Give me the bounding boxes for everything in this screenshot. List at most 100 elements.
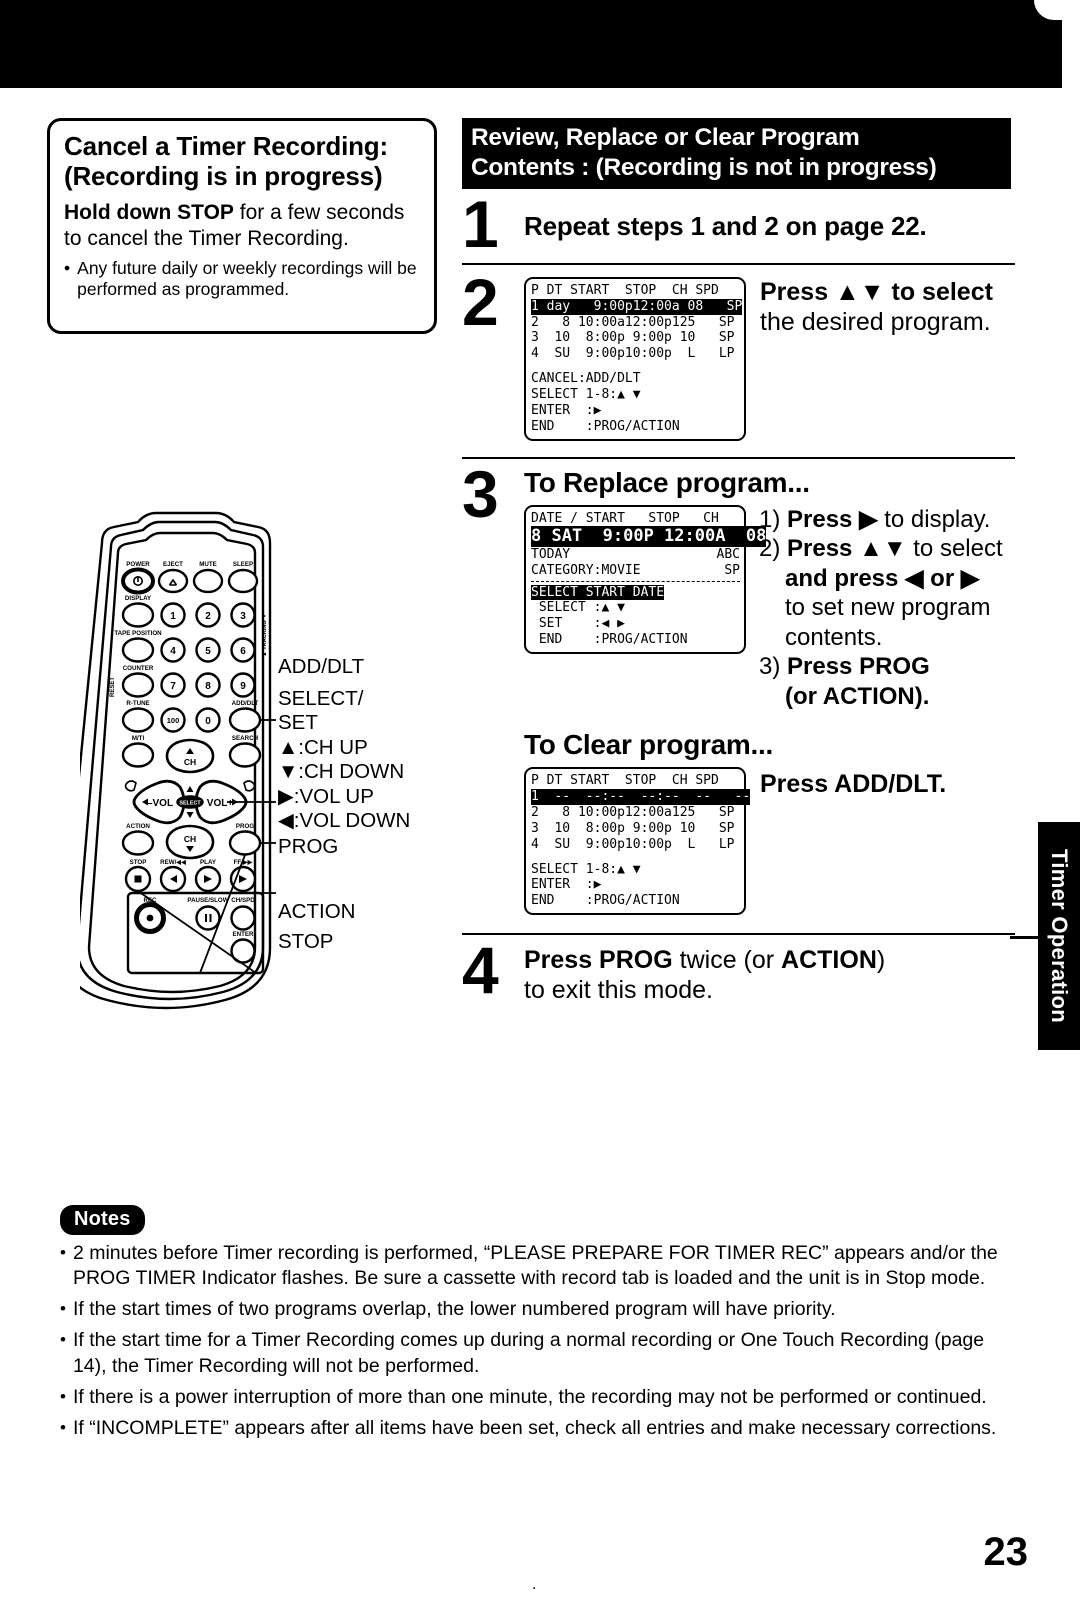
svg-text:–VOL: –VOL [147, 798, 173, 809]
osd-clear-menu-item: END :PROG/ACTION [531, 893, 680, 909]
step-4-number: 4 [462, 933, 499, 1008]
step-3: 3 To Replace program... DATE / START STO… [462, 461, 1015, 916]
note-item: • If the start time for a Timer Recordin… [60, 1328, 1015, 1378]
osd-screen-review: P DT START STOP CH SPD 1 day 9:00p12:00a… [524, 276, 746, 441]
osd-review-header: P DT START STOP CH SPD [531, 282, 719, 298]
cancel-box-bullet: • Any future daily or weekly recordings … [64, 258, 422, 301]
osd-replace-banner: SELECT START DATE [531, 584, 665, 601]
callout-vol-up: ▶:VOL UP [278, 784, 374, 808]
note-text: If there is a power interruption of more… [72, 1385, 987, 1408]
svg-text:ACTION: ACTION [126, 823, 150, 830]
osd-review-row: 4 SU 9:00p10:00p L LP [531, 346, 735, 362]
svg-text:9: 9 [240, 681, 246, 692]
svg-text:CH: CH [184, 757, 196, 767]
osd-clear-menu-item: SELECT 1-8:▲ ▼ [531, 861, 641, 877]
clear-program-heading: To Clear program... [524, 729, 773, 761]
callout-prog: PROG [278, 835, 339, 858]
svg-text:5: 5 [205, 646, 211, 657]
callout-vol-down: ◀:VOL DOWN [278, 808, 411, 832]
side-tab-timer-operation: Timer Operation [1038, 822, 1080, 1050]
note-bullet: • [60, 1243, 66, 1262]
callout-select-set-group: SELECT/ SET ▲:CH UP ▼:CH DOWN ▶:VOL UP ◀… [278, 687, 410, 833]
osd-clear-row: 1 -- --:-- --:-- -- -- [531, 789, 751, 805]
callout-action: ACTION [278, 900, 356, 923]
clear-program-action: Press ADD/DLT. [760, 770, 947, 799]
svg-text:EJECT: EJECT [163, 561, 183, 568]
osd-screen-clear: P DT START STOP CH SPD 1 -- --:-- --:-- … [524, 767, 751, 916]
replace-step-3-line2: (or ACTION). [759, 682, 1003, 712]
svg-text:COUNTER: COUNTER [123, 665, 154, 672]
step-divider-1 [462, 262, 1015, 265]
svg-text:STOP: STOP [130, 859, 147, 866]
svg-text:PLAY: PLAY [200, 859, 217, 866]
osd-replace-today: TODAY [531, 546, 571, 562]
note-item: • If there is a power interruption of mo… [60, 1385, 1015, 1410]
osd-review-row: 3 10 8:00p 9:00p 10 SP [531, 330, 735, 346]
notes-section: Notes • 2 minutes before Timer recording… [60, 1205, 1015, 1441]
replace-step-2-line2-bold: and press ◀ or ▶ [785, 564, 980, 592]
scan-edge-top [0, 0, 1080, 88]
svg-text:POWER: POWER [126, 561, 150, 568]
step-4: 4 Press PROG twice (or ACTION) to exit t… [462, 933, 1015, 1008]
notes-badge: Notes [60, 1205, 145, 1235]
svg-text:1: 1 [170, 611, 176, 622]
svg-text:ADD/DLT: ADD/DLT [232, 700, 259, 707]
osd-review-row-highlighted: 1 day 9:00p12:00a 08 SP [531, 298, 743, 315]
svg-text:CH/SPD: CH/SPD [231, 897, 255, 904]
page-number: 23 [983, 1530, 1029, 1574]
callout-select: SELECT/ [278, 687, 364, 710]
svg-text:8: 8 [205, 681, 211, 692]
svg-text:2: 2 [205, 611, 211, 622]
osd-review-row: 2 8 10:00a12:00p125 SP [531, 314, 735, 330]
step-2-text-line1: Press ▲▼ to select [760, 277, 993, 306]
side-tab-label: Timer Operation [1047, 848, 1072, 1024]
step-4-bold-a: Press PROG [524, 946, 673, 975]
cancel-box-bullet-text: Any future daily or weekly recordings wi… [77, 257, 417, 300]
replace-step-1-bold: Press ▶ [787, 505, 878, 533]
replace-step-2-rest: to select [906, 535, 1003, 563]
osd-replace-divider [531, 580, 740, 582]
replace-step-3-line2-bold: (or ACTION). [785, 682, 930, 710]
callout-ch-down: ▼:CH DOWN [278, 760, 405, 784]
svg-text:DISPLAY: DISPLAY [125, 595, 152, 602]
osd-clear-row: 4 SU 9:00p10:00p L LP [531, 836, 735, 852]
svg-text:PROG: PROG [236, 823, 254, 830]
replace-step-2-marker: 2) [759, 535, 788, 563]
svg-text:4: 4 [170, 646, 176, 657]
step-1-text: Repeat steps 1 and 2 on page 22. [524, 210, 927, 241]
note-bullet: • [60, 1299, 66, 1319]
osd-replace-menu-item: SET :◀ ▶ [531, 616, 625, 632]
svg-text:SLEEP: SLEEP [233, 561, 253, 568]
replace-program-heading: To Replace program... [524, 466, 810, 498]
replace-step-2-line2: and press ◀ or ▶ [759, 564, 1003, 594]
note-text: If the start times of two programs overl… [72, 1298, 836, 1321]
replace-step-3-marker: 3) [759, 653, 788, 681]
osd-replace-highlight-text: 8 SAT 9:00P 12:00A 08 [531, 526, 767, 547]
replace-step-3-bold: Press PROG [787, 653, 930, 681]
right-column: Review, Replace or Clear Program Content… [462, 118, 1015, 1005]
step-2: 2 P DT START STOP CH SPD 1 day 9:00p12:0… [462, 264, 1015, 441]
step-2-text: Press ▲▼ to select the desired program. [760, 275, 993, 337]
replace-step-3: 3) Press PROG [759, 652, 1003, 682]
replace-step-1-marker: 1) [759, 505, 788, 533]
step-2-text-line2: the desired program. [760, 307, 991, 336]
cancel-timer-recording-box: Cancel a Timer Recording: (Recording is … [47, 118, 437, 334]
cancel-box-body-bold: Hold down STOP [64, 201, 234, 225]
callout-add-dlt: ADD/DLT [278, 655, 365, 678]
replace-step-1: 1) Press ▶ to display. [759, 505, 1003, 535]
cancel-box-body: Hold down STOP for a few seconds to canc… [64, 200, 422, 250]
replace-step-2-line3: to set new program [785, 594, 991, 622]
step-divider-2 [462, 456, 1015, 459]
osd-replace-category-line: CATEGORY:MOVIE SP [531, 563, 740, 579]
note-item: • 2 minutes before Timer recording is pe… [60, 1241, 1015, 1291]
osd-replace-menu-item: END :PROG/ACTION [531, 632, 688, 648]
osd-replace-spd: SP [724, 562, 740, 578]
osd-replace-category: CATEGORY:MOVIE [531, 562, 641, 578]
osd-review-row: 1 day 9:00p12:00a 08 SP [531, 298, 743, 315]
osd-spacer [531, 362, 740, 371]
side-tab-rule [1010, 936, 1038, 939]
step-2-number: 2 [462, 264, 499, 339]
osd-review-menu-item: END :PROG/ACTION [531, 418, 680, 434]
step-1: 1 Repeat steps 1 and 2 on page 22. [462, 191, 1015, 257]
svg-text:SEARCH: SEARCH [232, 735, 259, 742]
